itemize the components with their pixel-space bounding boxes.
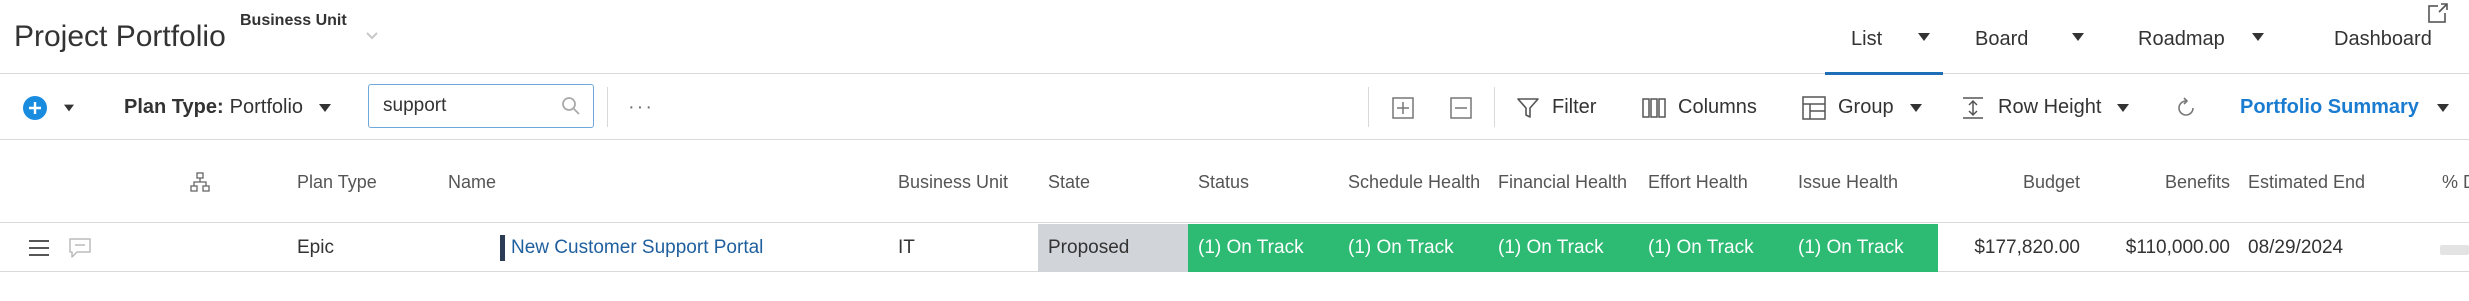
column-header-status[interactable]: Status xyxy=(1198,141,1249,223)
cell-benefits: $110,000.00 xyxy=(2125,237,2230,258)
hamburger-menu-icon xyxy=(29,240,49,256)
filter-button[interactable]: Filter xyxy=(1516,75,1596,140)
chevron-down-icon xyxy=(64,104,74,111)
column-header-benefits[interactable]: Benefits xyxy=(2088,141,2230,223)
cell-business-unit: IT xyxy=(898,237,915,258)
tab-dashboard-label: Dashboard xyxy=(2334,28,2432,50)
hierarchy-column-header[interactable] xyxy=(190,141,210,223)
column-header-percent-done[interactable]: % D xyxy=(2442,141,2469,223)
group-icon xyxy=(1802,95,1826,120)
row-height-button[interactable]: Row Height xyxy=(1962,75,2131,140)
search-icon[interactable] xyxy=(561,96,581,116)
cell-budget: $177,820.00 xyxy=(1974,237,2080,258)
search-value: support xyxy=(383,95,447,116)
comment-icon xyxy=(69,238,91,258)
row-comments-button[interactable] xyxy=(68,224,92,272)
cell-estimated-end: 08/29/2024 xyxy=(2248,237,2344,258)
cell-financial-health: (1) On Track xyxy=(1488,224,1638,272)
tab-dashboard[interactable]: Dashboard xyxy=(2334,0,2444,74)
search-input[interactable]: support xyxy=(368,84,594,128)
tab-list[interactable]: List xyxy=(1825,0,1943,75)
plan-type-selector[interactable]: Plan Type: Portfolio xyxy=(124,75,333,140)
tab-list-label: List xyxy=(1851,28,1883,50)
divider xyxy=(1494,87,1495,127)
business-unit-filter-label[interactable]: Business Unit xyxy=(240,12,347,30)
divider xyxy=(607,87,608,127)
collapse-all-icon xyxy=(1450,96,1472,119)
expand-all-button[interactable] xyxy=(1392,75,1414,140)
percent-done-bar xyxy=(2440,245,2469,255)
column-header-financial-health[interactable]: Financial Health xyxy=(1498,141,1627,223)
divider xyxy=(1368,87,1369,127)
hierarchy-icon xyxy=(190,172,210,192)
chevron-down-icon[interactable] xyxy=(2070,31,2086,43)
more-options-button[interactable]: ··· xyxy=(628,75,654,140)
cell-status: (1) On Track xyxy=(1188,224,1338,272)
app-header: Project Portfolio Business Unit List Boa… xyxy=(0,0,2469,75)
columns-icon xyxy=(1642,97,1666,118)
tab-roadmap[interactable]: Roadmap xyxy=(2138,0,2278,74)
tab-board[interactable]: Board xyxy=(1975,0,2100,74)
toolbar: Plan Type: Portfolio support ··· Filter xyxy=(0,75,2469,140)
column-header-schedule-health[interactable]: Schedule Health xyxy=(1348,141,1480,223)
chevron-down-icon xyxy=(2117,103,2130,112)
cell-effort-health: (1) On Track xyxy=(1638,224,1788,272)
add-menu-toggle[interactable] xyxy=(62,75,76,140)
filter-icon xyxy=(1517,97,1539,118)
plan-type-value: Portfolio xyxy=(229,96,304,118)
page-title: Project Portfolio xyxy=(14,20,226,53)
column-header-effort-health[interactable]: Effort Health xyxy=(1648,141,1748,223)
group-button[interactable]: Group xyxy=(1802,75,1924,140)
column-header-name[interactable]: Name xyxy=(448,141,496,223)
plus-circle-icon xyxy=(23,95,47,120)
chevron-down-icon xyxy=(2436,103,2449,112)
chevron-down-icon[interactable] xyxy=(1916,31,1932,43)
tab-roadmap-label: Roadmap xyxy=(2138,28,2225,50)
refresh-button[interactable] xyxy=(2175,75,2197,140)
column-header-estimated-end[interactable]: Estimated End xyxy=(2248,141,2365,223)
column-header-budget[interactable]: Budget xyxy=(1938,141,2080,223)
item-color-bar xyxy=(500,235,505,261)
column-header-state[interactable]: State xyxy=(1048,141,1090,223)
table-header: Plan Type Name Business Unit State Statu… xyxy=(0,141,2469,223)
cell-plan-type: Epic xyxy=(297,237,334,258)
row-menu-button[interactable] xyxy=(28,224,50,272)
cell-schedule-health: (1) On Track xyxy=(1338,224,1488,272)
cell-name[interactable]: New Customer Support Portal xyxy=(500,224,763,272)
chevron-down-icon xyxy=(1909,103,1922,112)
column-header-business-unit[interactable]: Business Unit xyxy=(898,141,1008,223)
chevron-down-icon xyxy=(319,103,332,112)
row-height-icon xyxy=(1963,96,1983,119)
chevron-down-icon[interactable] xyxy=(365,28,379,42)
cell-issue-health: (1) On Track xyxy=(1788,224,1938,272)
portfolio-summary-button[interactable]: Portfolio Summary xyxy=(2240,75,2451,140)
column-header-issue-health[interactable]: Issue Health xyxy=(1798,141,1898,223)
add-button[interactable] xyxy=(22,75,48,140)
table-row[interactable]: Epic New Customer Support Portal IT Prop… xyxy=(0,224,2469,272)
tab-board-label: Board xyxy=(1975,28,2029,50)
project-name-link[interactable]: New Customer Support Portal xyxy=(511,237,763,259)
collapse-all-button[interactable] xyxy=(1450,75,1472,140)
columns-button[interactable]: Columns xyxy=(1642,75,1757,140)
column-header-plan-type[interactable]: Plan Type xyxy=(297,141,377,223)
plan-type-label: Plan Type: xyxy=(124,96,224,118)
refresh-icon xyxy=(2178,96,2194,116)
chevron-down-icon[interactable] xyxy=(2250,31,2266,43)
expand-all-icon xyxy=(1392,96,1414,119)
cell-state: Proposed xyxy=(1038,224,1188,272)
